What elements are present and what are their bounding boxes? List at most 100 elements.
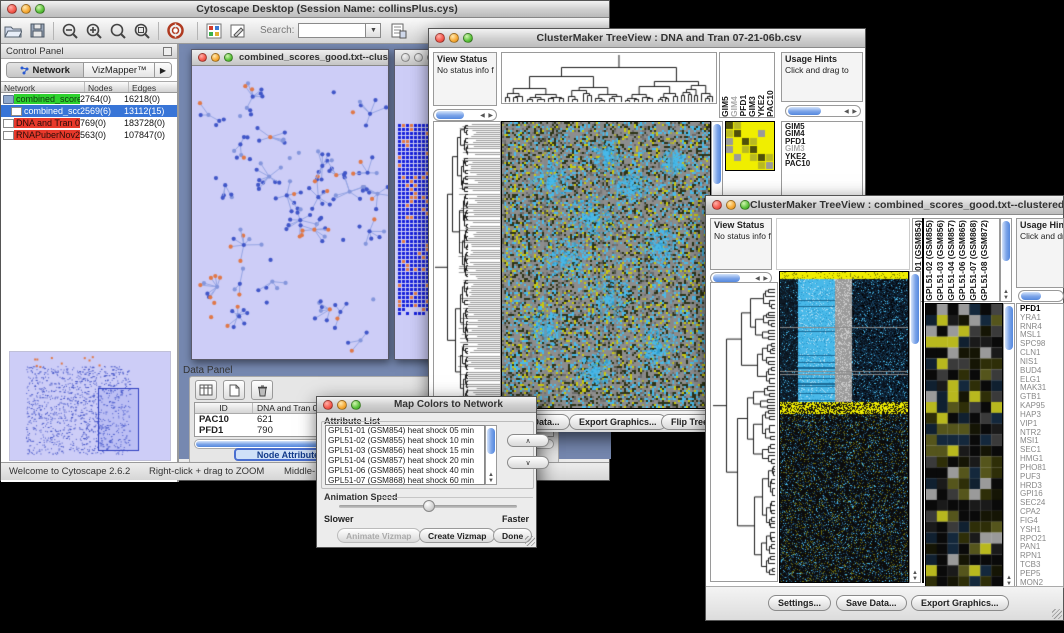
treeview1-titlebar[interactable]: ClusterMaker TreeView : DNA and Tran 07-…: [429, 29, 865, 48]
tab-vizmapper[interactable]: VizMapper™: [84, 63, 155, 77]
close-icon[interactable]: [7, 4, 17, 14]
global-heatmap[interactable]: [501, 121, 711, 409]
tv1-column-labels[interactable]: GIM5GIM4PFD1GIM3YKE2PAC10: [719, 52, 775, 118]
zoom-window-icon[interactable]: [224, 53, 233, 62]
close-icon[interactable]: [323, 400, 333, 410]
attribute-list[interactable]: GPL51-01 (GSM854) heat shock 05 minGPL51…: [325, 425, 485, 485]
help-icon[interactable]: [163, 20, 187, 42]
close-icon[interactable]: [435, 33, 445, 43]
column-label[interactable]: GIM3: [747, 96, 756, 117]
zoom-window-icon[interactable]: [351, 400, 361, 410]
minimize-icon[interactable]: [211, 53, 220, 62]
row-dendrogram-canvas[interactable]: [711, 283, 777, 581]
browser-icon[interactable]: [387, 20, 411, 42]
scroll-arrows-icon[interactable]: ▲▼: [1003, 289, 1009, 301]
column-label[interactable]: PAC10: [765, 90, 774, 117]
save-button[interactable]: [25, 20, 49, 42]
attribute-item[interactable]: GPL51-04 (GSM857) heat shock 20 min: [328, 456, 484, 466]
annotation-icon[interactable]: [226, 20, 250, 42]
scrollbar-thumb[interactable]: [1002, 221, 1010, 261]
save-data-button[interactable]: Save Data...: [836, 595, 907, 611]
new-attribute-button[interactable]: [223, 380, 245, 400]
close-icon[interactable]: [198, 53, 207, 62]
row-dendrogram-canvas[interactable]: [434, 122, 500, 408]
network-view-canvas[interactable]: [192, 66, 388, 359]
minimize-icon[interactable]: [449, 33, 459, 43]
minimize-icon[interactable]: [414, 53, 423, 62]
animation-speed-slider[interactable]: [339, 505, 517, 508]
treeview2-titlebar[interactable]: ClusterMaker TreeView : combined_scores_…: [706, 196, 1063, 215]
scrollbar-thumb[interactable]: [713, 274, 740, 282]
minimize-icon[interactable]: [21, 4, 31, 14]
minimize-icon[interactable]: [726, 200, 736, 210]
column-label[interactable]: GPL51-08 (GSM872): [979, 220, 990, 301]
column-dendrogram[interactable]: [501, 52, 717, 104]
network-row[interactable]: DNA and Tran 07769(0)183728(0): [1, 117, 177, 129]
column-dendrogram-canvas[interactable]: [502, 53, 716, 103]
network-row[interactable]: combined_sco2569(6)13112(15): [1, 105, 177, 117]
animate-vizmap-button[interactable]: Animate Vizmap: [337, 528, 421, 543]
scroll-arrows-icon[interactable]: ▲▼: [488, 472, 494, 484]
resize-grip[interactable]: [525, 536, 535, 546]
attribute-item[interactable]: GPL51-07 (GSM868) heat shock 60 min: [328, 476, 484, 485]
float-panel-icon[interactable]: [163, 47, 172, 56]
column-label[interactable]: GIM4: [729, 96, 738, 117]
export-graphics-button[interactable]: Export Graphics...: [569, 414, 667, 430]
open-file-button[interactable]: [1, 20, 25, 42]
zoom-window-icon[interactable]: [740, 200, 750, 210]
scrollbar-thumb[interactable]: [788, 107, 821, 115]
close-icon[interactable]: [712, 200, 722, 210]
network-row[interactable]: RNAPuberNov2+563(0)107847(0): [1, 129, 177, 141]
attribute-item[interactable]: GPL51-01 (GSM854) heat shock 05 min: [328, 426, 484, 436]
row-dendrogram[interactable]: [433, 121, 501, 409]
dialog-titlebar[interactable]: Map Colors to Network: [317, 397, 536, 413]
column-label[interactable]: GPL51-06 (GSM865): [957, 220, 968, 301]
row-dendrogram[interactable]: [710, 282, 778, 582]
move-down-button[interactable]: ∨: [507, 456, 549, 469]
minimize-icon[interactable]: [337, 400, 347, 410]
settings-button[interactable]: Settings...: [768, 595, 831, 611]
resize-grip[interactable]: [1052, 609, 1062, 619]
gene-label-list[interactable]: PFD1YRA1RNR4MSL1SPC98CLN1NIS1BUD4ELG1MAK…: [1016, 303, 1064, 588]
zoom-fit-button[interactable]: [130, 20, 154, 42]
main-titlebar[interactable]: Cytoscape Desktop (Session Name: collins…: [1, 1, 609, 18]
row-label[interactable]: PAC10: [785, 160, 859, 167]
zoom-heatmap-canvas[interactable]: [926, 304, 1002, 587]
scroll-arrows-icon[interactable]: ◀ ▶: [755, 275, 771, 282]
attribute-item[interactable]: GPL51-06 (GSM865) heat shock 40 min: [328, 466, 484, 476]
global-heatmap-canvas[interactable]: [502, 122, 710, 408]
zoom-heatmap-canvas[interactable]: [726, 122, 774, 170]
global-heatmap[interactable]: [779, 271, 909, 583]
gene-list-vscrollbar[interactable]: ▲▼: [1003, 303, 1015, 588]
export-graphics-button[interactable]: Export Graphics...: [911, 595, 1009, 611]
zoom-heatmap[interactable]: [925, 303, 1003, 588]
scrollbar-thumb[interactable]: [1021, 292, 1041, 300]
move-up-button[interactable]: ∧: [507, 434, 549, 447]
network-view-titlebar[interactable]: combined_scores_good.txt--cluste...: [192, 50, 388, 66]
tab-overflow-arrow[interactable]: ▶: [155, 63, 171, 77]
tab-network[interactable]: Network: [7, 63, 84, 77]
attribute-item[interactable]: GPL51-02 (GSM855) heat shock 10 min: [328, 436, 484, 446]
column-header-id[interactable]: ID: [195, 403, 253, 413]
vizmapper-icon[interactable]: [202, 20, 226, 42]
attribute-list-vscrollbar[interactable]: ▲▼: [485, 425, 497, 485]
scroll-arrows-icon[interactable]: ◀ ▶: [480, 112, 496, 119]
column-label[interactable]: PFD1: [738, 95, 747, 117]
zoom-window-icon[interactable]: [463, 33, 473, 43]
usage-hints-hscrollbar[interactable]: ◀ ▶: [785, 105, 861, 117]
view-status-hscrollbar[interactable]: ◀ ▶: [433, 109, 497, 121]
zoom-out-button[interactable]: [58, 20, 82, 42]
global-heatmap-canvas[interactable]: [780, 272, 908, 582]
delete-attribute-button[interactable]: [251, 380, 273, 400]
zoom-in-button[interactable]: [82, 20, 106, 42]
column-label[interactable]: GPL51-04 (GSM857): [946, 220, 957, 301]
close-icon[interactable]: [401, 53, 410, 62]
tv2-column-labels[interactable]: GPL51-01 (GSM854)GPL51-02 (GSM855)GPL51-…: [912, 218, 1000, 302]
zoom-selected-button[interactable]: [106, 20, 130, 42]
search-input[interactable]: [298, 23, 366, 38]
column-header-edges[interactable]: Edges: [129, 82, 177, 92]
scrollbar-thumb[interactable]: [436, 111, 464, 119]
scrollbar-thumb[interactable]: [911, 274, 919, 344]
create-vizmap-button[interactable]: Create Vizmap: [419, 528, 495, 543]
network-row[interactable]: combined_scores2764(0)16218(0): [1, 93, 177, 105]
